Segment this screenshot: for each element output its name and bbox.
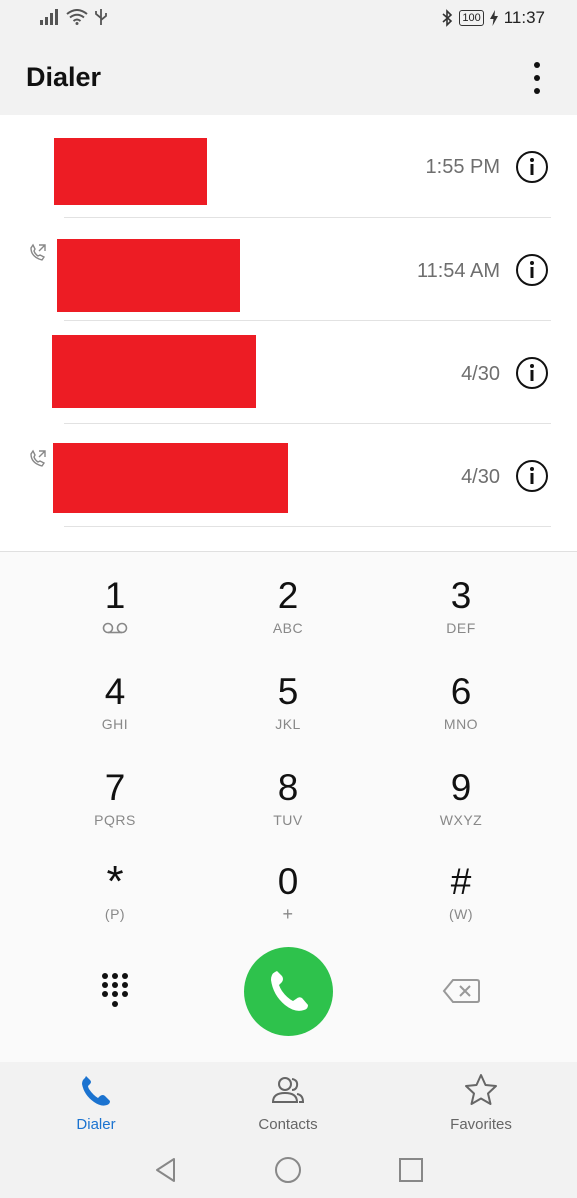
bottom-tab-bar: Dialer Contacts Favorites	[0, 1062, 577, 1142]
key-digit: 8	[277, 767, 299, 808]
redacted-contact	[57, 239, 240, 312]
call-time: 4/30	[461, 466, 500, 488]
call-log-row[interactable]: 1:55 PM	[0, 115, 577, 218]
key-digit: #	[450, 861, 472, 902]
key-digit: 5	[277, 671, 299, 712]
voicemail-icon	[102, 622, 128, 634]
system-navigation-bar	[0, 1142, 577, 1198]
dialpad-key-9[interactable]: 9 WXYZ	[401, 766, 521, 846]
page-title: Dialer	[26, 62, 102, 92]
key-letters: MNO	[443, 716, 479, 732]
dialpad-key-hash[interactable]: # (W)	[401, 860, 521, 940]
redacted-contact	[53, 443, 288, 513]
status-bar: 100 11:37	[0, 0, 577, 40]
dialpad-key-3[interactable]: 3 DEF	[401, 574, 521, 654]
phone-icon	[271, 971, 308, 1011]
recents-icon[interactable]	[397, 1156, 425, 1184]
dialpad-key-2[interactable]: 2 ABC	[228, 574, 348, 654]
tab-label: Contacts	[258, 1116, 318, 1133]
contacts-icon	[271, 1077, 305, 1103]
call-button[interactable]	[244, 947, 333, 1036]
dialpad-key-7[interactable]: 7 PQRS	[55, 766, 175, 846]
info-icon[interactable]	[515, 253, 549, 287]
back-icon[interactable]	[152, 1156, 180, 1184]
key-letters: ABC	[272, 620, 304, 636]
phone-icon	[82, 1076, 110, 1106]
more-options-icon[interactable]	[527, 60, 547, 96]
key-digit: 4	[104, 671, 126, 712]
key-digit: 7	[104, 767, 126, 808]
dialpad-key-star[interactable]: * (P)	[55, 860, 175, 940]
call-time: 11:54 AM	[416, 260, 500, 282]
key-letters: (W)	[448, 906, 474, 922]
tab-dialer[interactable]: Dialer	[36, 1072, 156, 1133]
tab-contacts[interactable]: Contacts	[228, 1072, 348, 1133]
star-icon	[465, 1074, 497, 1105]
info-icon[interactable]	[515, 459, 549, 493]
battery-level: 100	[459, 10, 484, 26]
outgoing-call-icon	[30, 243, 46, 261]
dialpad-key-6[interactable]: 6 MNO	[401, 670, 521, 750]
dialpad-key-0[interactable]: 0 +	[228, 860, 348, 940]
backspace-icon[interactable]	[441, 977, 481, 1005]
dialpad-key-4[interactable]: 4 GHI	[55, 670, 175, 750]
home-icon[interactable]	[274, 1156, 302, 1184]
wifi-icon	[66, 9, 88, 25]
call-log-row[interactable]: 4/30	[0, 424, 577, 527]
call-time: 1:55 PM	[425, 156, 500, 178]
key-letters: GHI	[101, 716, 129, 732]
key-letters: DEF	[446, 620, 476, 636]
status-icons-right: 100 11:37	[441, 8, 545, 28]
info-icon[interactable]	[515, 356, 549, 390]
app-bar: Dialer	[0, 40, 577, 115]
key-digit: 3	[450, 575, 472, 616]
call-time: 4/30	[461, 363, 500, 385]
info-icon[interactable]	[515, 150, 549, 184]
call-log-row[interactable]: 11:54 AM	[0, 218, 577, 321]
key-digit: 2	[277, 575, 299, 616]
row-divider	[64, 526, 551, 527]
key-letters: WXYZ	[439, 812, 483, 828]
key-letters: TUV	[273, 812, 303, 828]
clock: 11:37	[503, 8, 545, 27]
tab-favorites[interactable]: Favorites	[421, 1072, 541, 1133]
redacted-contact	[52, 335, 256, 408]
key-digit: 0	[277, 861, 299, 902]
status-icons-left	[40, 8, 108, 26]
key-letters: (P)	[104, 906, 126, 922]
dialpad-toggle-icon[interactable]	[97, 970, 133, 1010]
bluetooth-icon	[442, 9, 453, 27]
signal-icon	[40, 9, 58, 25]
key-letters: PQRS	[94, 812, 136, 828]
dialpad-key-5[interactable]: 5 JKL	[228, 670, 348, 750]
key-digit: 9	[450, 767, 472, 808]
usb-icon	[95, 9, 107, 25]
dialpad-key-1[interactable]: 1	[55, 574, 175, 654]
dialpad-key-8[interactable]: 8 TUV	[228, 766, 348, 846]
key-digit: 1	[104, 575, 126, 616]
tab-label: Favorites	[450, 1116, 512, 1133]
redacted-contact	[54, 138, 207, 205]
key-letters: JKL	[275, 716, 301, 732]
charging-icon	[489, 10, 498, 26]
outgoing-call-icon	[30, 449, 46, 467]
dialpad: 1 2 ABC 3 DEF 4 GHI 5 JKL 6 MNO 7 PQRS 8…	[0, 551, 577, 1063]
call-log-row[interactable]: 4/30	[0, 321, 577, 424]
call-log: 1:55 PM 11:54 AM 4/30 4/30	[0, 115, 577, 551]
tab-label: Dialer	[76, 1116, 116, 1133]
key-digit: 6	[450, 671, 472, 712]
key-digit: *	[106, 857, 124, 906]
key-letters: +	[282, 904, 294, 924]
